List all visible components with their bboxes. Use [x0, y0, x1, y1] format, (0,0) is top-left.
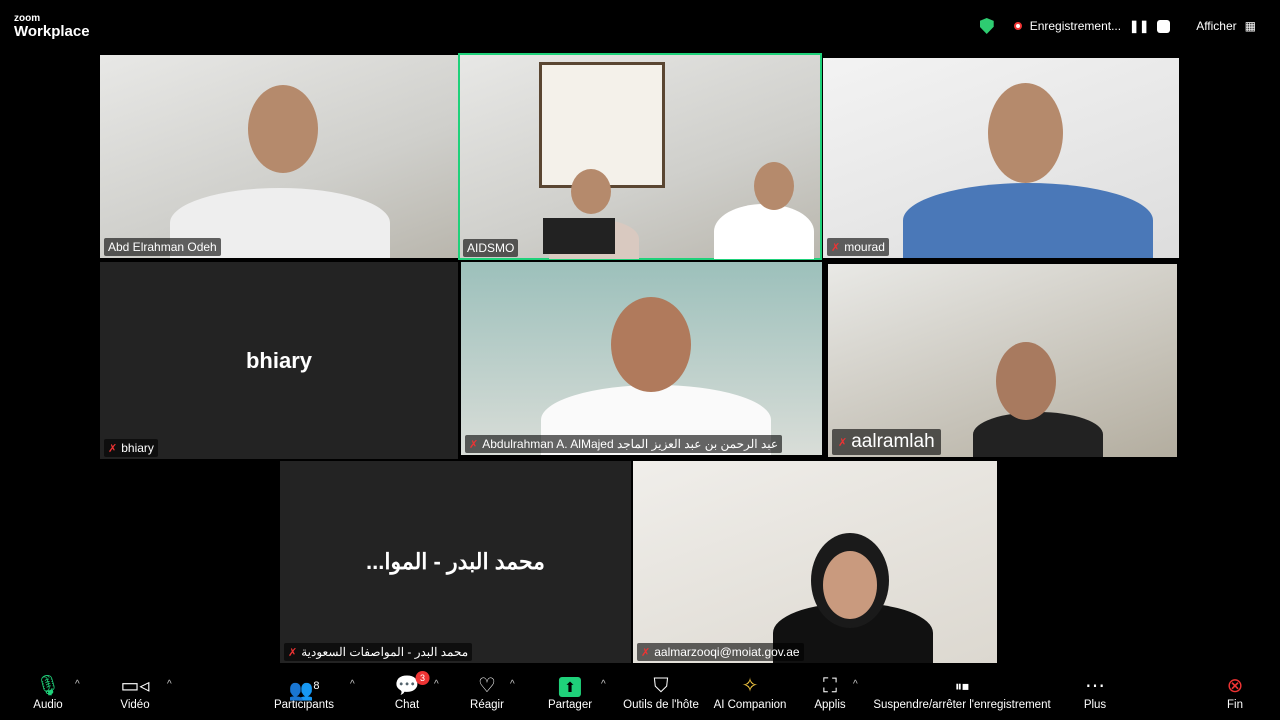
muted-mic-icon: ✗	[831, 241, 841, 254]
end-button[interactable]: ⊗ Fin	[1227, 673, 1244, 711]
share-button[interactable]: ⬆ Partager	[548, 673, 592, 711]
chat-options-caret[interactable]: ^	[434, 679, 439, 690]
video-camera-icon: ▭◃	[120, 675, 150, 697]
sparkle-icon: ✧	[741, 675, 759, 697]
video-tile[interactable]: ✗ aalramlah	[828, 264, 1177, 457]
participant-name: AIDSMO	[467, 241, 515, 255]
participants-button[interactable]: 👥8 Participants	[274, 673, 334, 711]
participant-name: bhiary	[121, 441, 154, 455]
apps-options-caret[interactable]: ^	[853, 679, 858, 690]
video-tile-no-video[interactable]: ...محمد البدر - الموا ✗ محمد البدر - المو…	[280, 461, 631, 663]
muted-mic-icon: ✗	[838, 436, 848, 449]
participant-name: aalramlah	[851, 431, 935, 452]
participant-display-name: ...محمد البدر - الموا	[366, 549, 545, 574]
muted-mic-icon: ✗	[469, 438, 479, 451]
chat-icon: 💬 3	[395, 671, 430, 699]
host-tools-button[interactable]: ⛉ Outils de l'hôte	[623, 673, 699, 711]
ai-companion-button[interactable]: ✧ AI Companion	[714, 673, 787, 711]
video-tile-no-video[interactable]: bhiary ✗ bhiary	[100, 262, 458, 459]
video-tile[interactable]: ✗ Abdulrahman A. AlMajed عبد الرحمن بن عب…	[461, 262, 822, 455]
recording-status: Enregistrement...	[1029, 19, 1122, 33]
participants-icon: 👥8	[288, 679, 320, 702]
video-button[interactable]: ▭◃ Vidéo	[120, 673, 149, 711]
zoom-logo: zoom Workplace	[14, 13, 90, 40]
laptop	[543, 218, 615, 254]
participant-name: aalmarzooqi@moiat.gov.ae	[654, 645, 800, 659]
pause-stop-icon: ⏸⏹	[955, 678, 969, 694]
muted-mic-icon: ✗	[288, 646, 298, 659]
video-tile-active-speaker[interactable]: AIDSMO	[458, 53, 822, 260]
chat-badge: 3	[415, 671, 430, 685]
grid-icon[interactable]: ▦	[1245, 19, 1256, 33]
muted-mic-icon: ✗	[108, 442, 118, 455]
react-options-caret[interactable]: ^	[510, 679, 515, 690]
end-meeting-icon: ⊗	[1226, 675, 1244, 697]
stop-recording-icon[interactable]	[1157, 19, 1171, 33]
participant-name: mourad	[844, 240, 885, 254]
host-shield-icon: ⛉	[653, 675, 669, 697]
muted-mic-icon: ✗	[641, 646, 651, 659]
apps-button[interactable]: ⛶ Applis	[814, 673, 845, 711]
share-options-caret[interactable]: ^	[601, 679, 606, 690]
emblem-frame	[539, 62, 665, 188]
video-tile[interactable]: ✗ aalmarzooqi@moiat.gov.ae	[633, 461, 997, 663]
security-shield-icon[interactable]	[979, 18, 994, 34]
more-button[interactable]: ⋯ Plus	[1084, 673, 1106, 711]
pause-recording-icon[interactable]: ❚❚	[1129, 19, 1149, 33]
view-button[interactable]: Afficher	[1196, 19, 1236, 33]
participant-name: محمد البدر - المواصفات السعودية	[301, 645, 469, 659]
participants-options-caret[interactable]: ^	[350, 679, 355, 690]
microphone-icon: 🎙	[35, 675, 61, 697]
meeting-toolbar: 🎙 Audio ^ ▭◃ Vidéo ^ 👥8 Participants ^ 💬 3 Ch…	[0, 665, 1280, 720]
video-tile[interactable]: Abd Elrahman Odeh	[100, 55, 458, 258]
audio-button[interactable]: 🎙 Audio	[33, 673, 62, 711]
more-icon: ⋯	[1085, 675, 1105, 697]
react-button[interactable]: ♡ Réagir	[470, 673, 504, 711]
apps-icon: ⛶	[822, 675, 837, 697]
video-options-caret[interactable]: ^	[167, 679, 172, 690]
heart-icon: ♡	[478, 675, 496, 697]
top-bar-right: Enregistrement... ❚❚ Afficher ▦	[979, 18, 1256, 34]
audio-options-caret[interactable]: ^	[75, 679, 80, 690]
video-tile[interactable]: ✗ mourad	[823, 58, 1179, 258]
participant-display-name: bhiary	[245, 347, 313, 373]
pause-stop-recording-button[interactable]: ⏸⏹ Suspendre/arrêter l'enregistrement	[873, 673, 1050, 711]
recording-dot-icon	[1013, 22, 1022, 30]
participant-name: Abdulrahman A. AlMajed عبد الرحمن بن عبد…	[482, 437, 779, 451]
participant-name: Abd Elrahman Odeh	[108, 240, 217, 254]
chat-button[interactable]: 💬 3 Chat	[395, 671, 430, 711]
share-arrow-icon: ⬆	[558, 673, 581, 699]
